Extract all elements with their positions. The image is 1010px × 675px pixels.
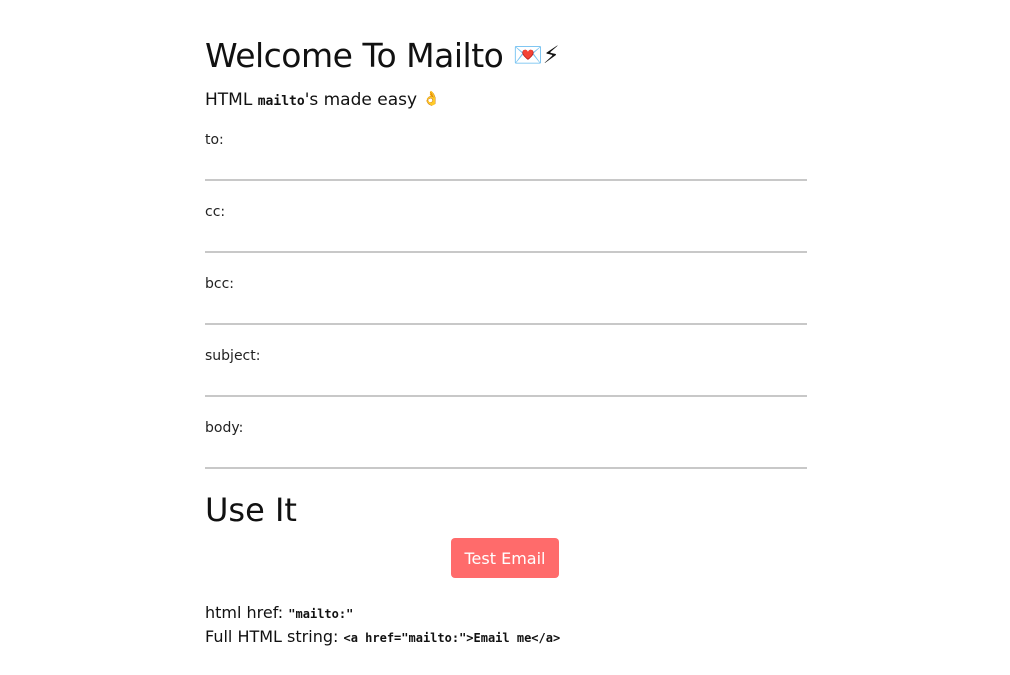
bcc-field-group: bcc: — [205, 275, 807, 347]
subject-label: subject: — [205, 348, 261, 364]
subject-field-group: subject: — [205, 347, 807, 419]
cc-input[interactable] — [205, 225, 807, 253]
tagline-prefix: HTML — [205, 90, 253, 110]
use-it-heading: Use It — [205, 491, 297, 529]
cc-label: cc: — [205, 204, 226, 220]
body-input[interactable] — [205, 441, 807, 469]
tagline: HTML mailto's made easy 👌 — [205, 88, 440, 113]
href-value: "mailto:" — [288, 607, 354, 621]
love-letter-lightning-icon: 💌⚡ — [513, 41, 560, 69]
cc-field-group: cc: — [205, 203, 807, 275]
bcc-input[interactable] — [205, 297, 807, 325]
to-label: to: — [205, 132, 224, 148]
tagline-suffix: 's made easy — [304, 90, 418, 110]
subject-input[interactable] — [205, 369, 807, 397]
tagline-code: mailto — [257, 94, 305, 109]
bcc-label: bcc: — [205, 276, 234, 292]
full-html-value: <a href="mailto:">Email me</a> — [343, 631, 561, 645]
to-input[interactable] — [205, 153, 807, 181]
full-html-label: Full HTML string: — [205, 627, 339, 646]
page-title-text: Welcome To Mailto — [205, 36, 504, 75]
href-label: html href: — [205, 603, 284, 622]
to-field-group: to: — [205, 131, 807, 203]
body-label: body: — [205, 420, 244, 436]
ok-hand-icon: 👌 — [422, 91, 440, 107]
test-email-button[interactable]: Test Email — [451, 538, 559, 578]
body-field-group: body: — [205, 419, 807, 491]
href-output: html href: "mailto:" — [205, 602, 353, 625]
page-title: Welcome To Mailto 💌⚡ — [205, 33, 560, 78]
full-html-output: Full HTML string: <a href="mailto:">Emai… — [205, 626, 560, 649]
